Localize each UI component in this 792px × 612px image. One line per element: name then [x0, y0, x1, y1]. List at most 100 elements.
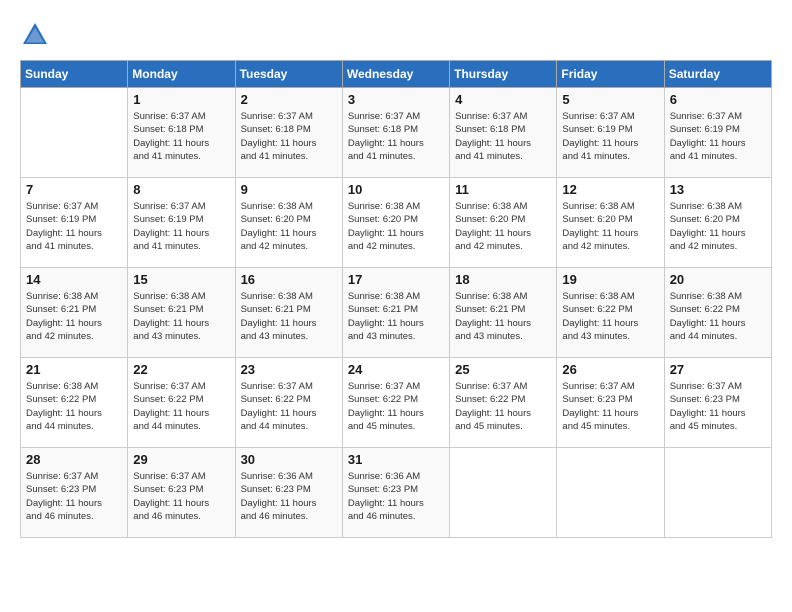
day-info: Sunrise: 6:37 AM Sunset: 6:23 PM Dayligh… — [562, 380, 658, 433]
day-cell: 21 Sunrise: 6:38 AM Sunset: 6:22 PM Dayli… — [21, 358, 128, 448]
day-number: 18 — [455, 272, 551, 287]
day-number: 28 — [26, 452, 122, 467]
day-number: 30 — [241, 452, 337, 467]
logo — [20, 20, 54, 50]
day-info: Sunrise: 6:37 AM Sunset: 6:18 PM Dayligh… — [133, 110, 229, 163]
day-info: Sunrise: 6:37 AM Sunset: 6:22 PM Dayligh… — [455, 380, 551, 433]
day-info: Sunrise: 6:38 AM Sunset: 6:21 PM Dayligh… — [455, 290, 551, 343]
week-row-2: 7Sunrise: 6:37 AM Sunset: 6:19 PM Daylig… — [21, 178, 772, 268]
day-info: Sunrise: 6:37 AM Sunset: 6:19 PM Dayligh… — [670, 110, 766, 163]
day-number: 31 — [348, 452, 444, 467]
calendar-table: SundayMondayTuesdayWednesdayThursdayFrid… — [20, 60, 772, 538]
day-cell: 20Sunrise: 6:38 AM Sunset: 6:22 PM Dayli… — [664, 268, 771, 358]
day-cell: 30 Sunrise: 6:36 AM Sunset: 6:23 PM Dayli… — [235, 448, 342, 538]
day-info: Sunrise: 6:38 AM Sunset: 6:22 PM Dayligh… — [670, 290, 766, 343]
day-info: Sunrise: 6:37 AM Sunset: 6:22 PM Dayligh… — [241, 380, 337, 433]
day-info: Sunrise: 6:37 AM Sunset: 6:18 PM Dayligh… — [455, 110, 551, 163]
day-info: Sunrise: 6:38 AM Sunset: 6:22 PM Dayligh… — [26, 380, 122, 433]
day-cell: 16Sunrise: 6:38 AM Sunset: 6:21 PM Dayli… — [235, 268, 342, 358]
week-row-1: 1 Sunrise: 6:37 AM Sunset: 6:18 PM Daylig… — [21, 88, 772, 178]
col-header-saturday: Saturday — [664, 61, 771, 88]
day-cell: 22 Sunrise: 6:37 AM Sunset: 6:22 PM Dayli… — [128, 358, 235, 448]
day-cell: 29Sunrise: 6:37 AM Sunset: 6:23 PM Dayli… — [128, 448, 235, 538]
day-info: Sunrise: 6:37 AM Sunset: 6:23 PM Dayligh… — [26, 470, 122, 523]
day-info: Sunrise: 6:38 AM Sunset: 6:21 PM Dayligh… — [26, 290, 122, 343]
day-cell: 2 Sunrise: 6:37 AM Sunset: 6:18 PM Daylig… — [235, 88, 342, 178]
day-cell: 12 Sunrise: 6:38 AM Sunset: 6:20 PM Dayli… — [557, 178, 664, 268]
page-header — [20, 20, 772, 50]
day-info: Sunrise: 6:38 AM Sunset: 6:21 PM Dayligh… — [133, 290, 229, 343]
day-number: 17 — [348, 272, 444, 287]
day-number: 27 — [670, 362, 766, 377]
calendar-body: 1 Sunrise: 6:37 AM Sunset: 6:18 PM Daylig… — [21, 88, 772, 538]
day-cell: 13Sunrise: 6:38 AM Sunset: 6:20 PM Dayli… — [664, 178, 771, 268]
week-row-5: 28 Sunrise: 6:37 AM Sunset: 6:23 PM Dayli… — [21, 448, 772, 538]
col-header-monday: Monday — [128, 61, 235, 88]
day-info: Sunrise: 6:38 AM Sunset: 6:20 PM Dayligh… — [348, 200, 444, 253]
day-cell: 15 Sunrise: 6:38 AM Sunset: 6:21 PM Dayli… — [128, 268, 235, 358]
day-cell: 31 Sunrise: 6:36 AM Sunset: 6:23 PM Dayli… — [342, 448, 449, 538]
day-number: 1 — [133, 92, 229, 107]
day-cell: 26 Sunrise: 6:37 AM Sunset: 6:23 PM Dayli… — [557, 358, 664, 448]
day-info: Sunrise: 6:37 AM Sunset: 6:23 PM Dayligh… — [133, 470, 229, 523]
day-cell — [21, 88, 128, 178]
day-cell: 25 Sunrise: 6:37 AM Sunset: 6:22 PM Dayli… — [450, 358, 557, 448]
day-number: 8 — [133, 182, 229, 197]
week-row-4: 21 Sunrise: 6:38 AM Sunset: 6:22 PM Dayli… — [21, 358, 772, 448]
day-number: 11 — [455, 182, 551, 197]
day-number: 2 — [241, 92, 337, 107]
day-cell: 19Sunrise: 6:38 AM Sunset: 6:22 PM Dayli… — [557, 268, 664, 358]
day-number: 15 — [133, 272, 229, 287]
day-number: 12 — [562, 182, 658, 197]
day-info: Sunrise: 6:37 AM Sunset: 6:18 PM Dayligh… — [241, 110, 337, 163]
col-header-wednesday: Wednesday — [342, 61, 449, 88]
day-number: 21 — [26, 362, 122, 377]
day-cell: 28 Sunrise: 6:37 AM Sunset: 6:23 PM Dayli… — [21, 448, 128, 538]
day-cell: 10 Sunrise: 6:38 AM Sunset: 6:20 PM Dayli… — [342, 178, 449, 268]
day-number: 10 — [348, 182, 444, 197]
day-info: Sunrise: 6:37 AM Sunset: 6:19 PM Dayligh… — [133, 200, 229, 253]
day-info: Sunrise: 6:38 AM Sunset: 6:20 PM Dayligh… — [562, 200, 658, 253]
logo-icon — [20, 20, 50, 50]
day-cell: 7Sunrise: 6:37 AM Sunset: 6:19 PM Daylig… — [21, 178, 128, 268]
col-header-tuesday: Tuesday — [235, 61, 342, 88]
day-cell — [450, 448, 557, 538]
day-info: Sunrise: 6:38 AM Sunset: 6:20 PM Dayligh… — [241, 200, 337, 253]
day-number: 23 — [241, 362, 337, 377]
day-number: 24 — [348, 362, 444, 377]
day-cell: 27 Sunrise: 6:37 AM Sunset: 6:23 PM Dayli… — [664, 358, 771, 448]
day-info: Sunrise: 6:36 AM Sunset: 6:23 PM Dayligh… — [241, 470, 337, 523]
week-row-3: 14 Sunrise: 6:38 AM Sunset: 6:21 PM Dayli… — [21, 268, 772, 358]
day-cell: 5Sunrise: 6:37 AM Sunset: 6:19 PM Daylig… — [557, 88, 664, 178]
day-number: 4 — [455, 92, 551, 107]
day-number: 19 — [562, 272, 658, 287]
col-header-friday: Friday — [557, 61, 664, 88]
day-info: Sunrise: 6:36 AM Sunset: 6:23 PM Dayligh… — [348, 470, 444, 523]
day-cell: 3 Sunrise: 6:37 AM Sunset: 6:18 PM Daylig… — [342, 88, 449, 178]
col-header-thursday: Thursday — [450, 61, 557, 88]
day-info: Sunrise: 6:38 AM Sunset: 6:21 PM Dayligh… — [241, 290, 337, 343]
day-number: 26 — [562, 362, 658, 377]
day-cell: 8 Sunrise: 6:37 AM Sunset: 6:19 PM Daylig… — [128, 178, 235, 268]
day-info: Sunrise: 6:37 AM Sunset: 6:18 PM Dayligh… — [348, 110, 444, 163]
day-number: 6 — [670, 92, 766, 107]
day-cell: 9Sunrise: 6:38 AM Sunset: 6:20 PM Daylig… — [235, 178, 342, 268]
day-cell: 1 Sunrise: 6:37 AM Sunset: 6:18 PM Daylig… — [128, 88, 235, 178]
day-cell: 24Sunrise: 6:37 AM Sunset: 6:22 PM Dayli… — [342, 358, 449, 448]
day-cell: 18 Sunrise: 6:38 AM Sunset: 6:21 PM Dayli… — [450, 268, 557, 358]
calendar-header: SundayMondayTuesdayWednesdayThursdayFrid… — [21, 61, 772, 88]
day-info: Sunrise: 6:37 AM Sunset: 6:23 PM Dayligh… — [670, 380, 766, 433]
day-number: 3 — [348, 92, 444, 107]
day-cell: 14 Sunrise: 6:38 AM Sunset: 6:21 PM Dayli… — [21, 268, 128, 358]
day-cell: 17 Sunrise: 6:38 AM Sunset: 6:21 PM Dayli… — [342, 268, 449, 358]
day-info: Sunrise: 6:38 AM Sunset: 6:20 PM Dayligh… — [455, 200, 551, 253]
day-cell — [557, 448, 664, 538]
day-number: 13 — [670, 182, 766, 197]
day-info: Sunrise: 6:37 AM Sunset: 6:22 PM Dayligh… — [133, 380, 229, 433]
day-info: Sunrise: 6:37 AM Sunset: 6:19 PM Dayligh… — [562, 110, 658, 163]
day-number: 22 — [133, 362, 229, 377]
day-number: 25 — [455, 362, 551, 377]
day-number: 14 — [26, 272, 122, 287]
day-info: Sunrise: 6:38 AM Sunset: 6:21 PM Dayligh… — [348, 290, 444, 343]
day-cell: 4 Sunrise: 6:37 AM Sunset: 6:18 PM Daylig… — [450, 88, 557, 178]
